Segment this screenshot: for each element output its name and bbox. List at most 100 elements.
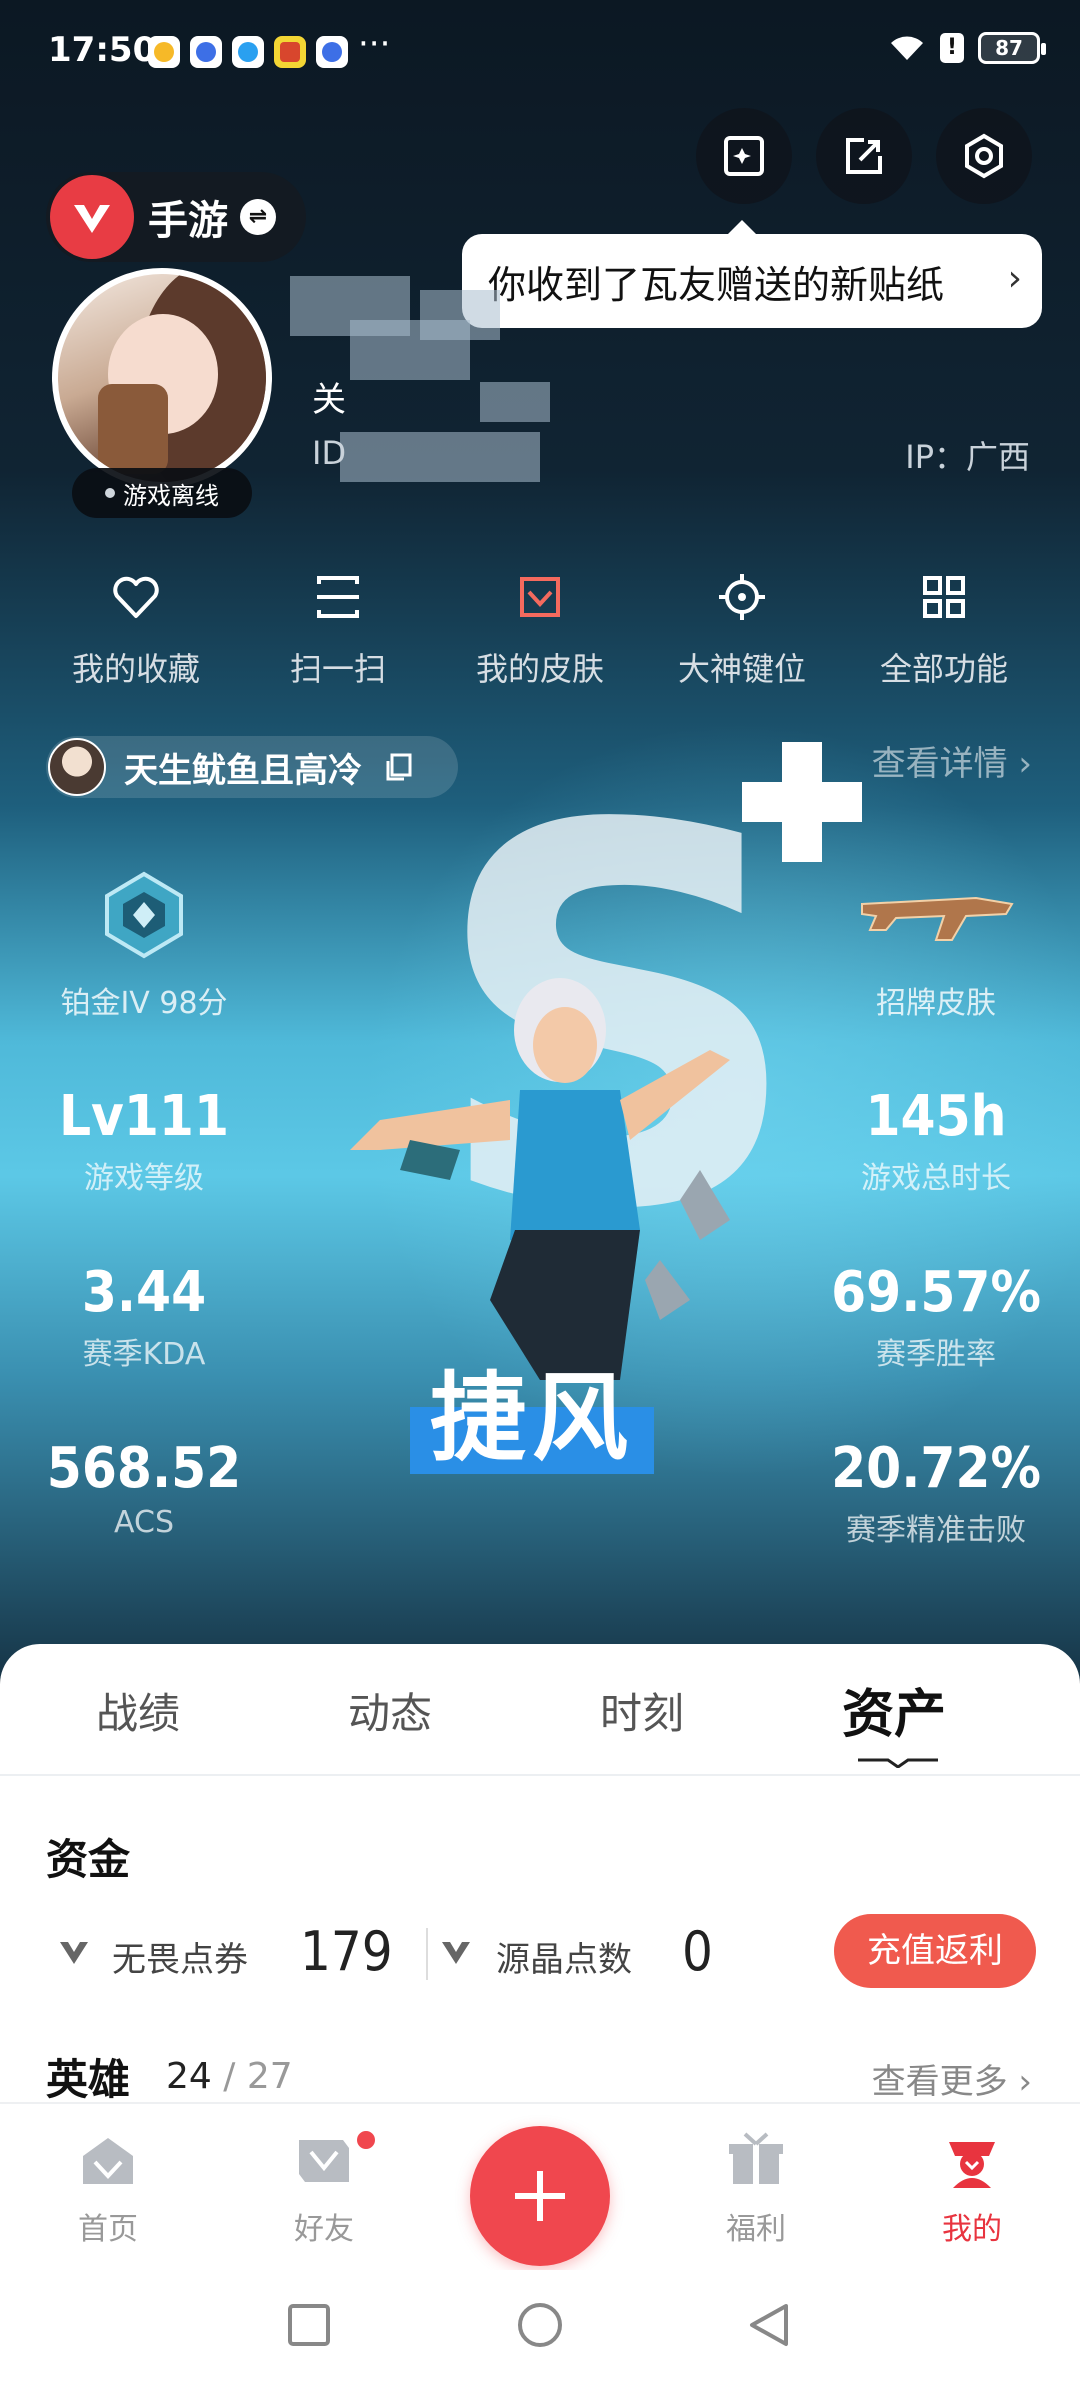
sticker-button[interactable] [696, 108, 792, 204]
tab-moments[interactable]: 时刻 [600, 1680, 684, 1741]
stat-value: 568.52 [46, 1436, 242, 1501]
system-nav-bar [0, 2270, 1080, 2400]
player-id: ID [312, 434, 347, 472]
nav-label: 福利 [726, 2212, 786, 2247]
valorant-logo-icon [50, 175, 134, 259]
back-button[interactable] [744, 2300, 794, 2350]
quick-action-pro-keys[interactable]: 大神键位 [652, 570, 832, 690]
blurred-region [480, 382, 550, 422]
agent-jett-illustration [350, 978, 730, 1380]
sticker-tooltip[interactable]: 你收到了瓦友赠送的新贴纸 › [462, 220, 1042, 328]
stat-value: 3.44 [81, 1260, 207, 1325]
recents-button[interactable] [284, 2300, 334, 2350]
rank-label: 铂金IV 98分 [60, 986, 228, 1021]
stat-kda: 3.44 赛季KDA [14, 1260, 274, 1373]
nav-home[interactable]: 首页 [28, 2128, 188, 2248]
switch-icon: ⇌ [240, 199, 276, 235]
nav-friends[interactable]: 好友 [244, 2128, 404, 2248]
stat-label: 游戏总时长 [861, 1161, 1011, 1196]
status-more-icon: ··· [358, 24, 391, 64]
nav-welfare[interactable]: 福利 [676, 2128, 836, 2248]
agent-name-label: 捷风 [410, 1362, 654, 1474]
heroes-count: 24 / 27 [166, 2056, 293, 2097]
gear-icon [965, 133, 1003, 179]
quick-action-label: 大神键位 [677, 650, 806, 688]
online-status-text: 游戏离线 [123, 481, 219, 510]
stat-value: 20.72% [831, 1436, 1041, 1501]
copy-icon[interactable] [382, 751, 414, 783]
game-name: 手游 [148, 198, 228, 244]
quick-action-all-features[interactable]: 全部功能 [854, 570, 1034, 690]
stat-level: Lv111 游戏等级 [14, 1084, 274, 1197]
sticker-icon [724, 136, 764, 176]
platinum-rank-icon [105, 871, 183, 959]
heroes-total: 27 [246, 2056, 293, 2097]
nav-label: 首页 [78, 2212, 138, 2247]
heroes-separator: / [223, 2056, 236, 2097]
tooltip-text: 你收到了瓦友赠送的新贴纸 [488, 262, 945, 307]
stat-label: 游戏等级 [84, 1161, 204, 1196]
quick-action-skins[interactable]: 我的皮肤 [450, 570, 630, 690]
stat-winrate: 69.57% 赛季胜率 [806, 1260, 1066, 1373]
status-right: ! 87 [888, 32, 1046, 64]
rank-stat[interactable]: 铂金IV 98分 [14, 870, 274, 1022]
settings-button[interactable] [936, 108, 1032, 204]
rating-plus-icon [742, 742, 862, 862]
share-icon [846, 138, 882, 174]
quick-action-label: 我的收藏 [71, 650, 200, 688]
create-post-button[interactable] [470, 2126, 610, 2266]
stat-label: 赛季精准击败 [846, 1513, 1026, 1548]
stat-value: Lv111 [58, 1084, 230, 1149]
wifi-icon [891, 36, 923, 60]
ip-location: IP：广西 [905, 438, 1030, 476]
blurred-region [420, 290, 500, 340]
plus-icon [515, 2171, 565, 2221]
friends-icon [299, 2140, 349, 2182]
profile-tabs: 战绩 动态 时刻 资产 [0, 1644, 1080, 1776]
tab-record[interactable]: 战绩 [96, 1680, 180, 1741]
scan-icon [317, 576, 359, 618]
browser-app-icon-2 [316, 36, 348, 68]
currency1-label: 无畏点券 [112, 1940, 248, 1980]
alert-icon: ! [940, 33, 964, 63]
home-button[interactable] [515, 2300, 565, 2350]
blurred-region [340, 432, 540, 482]
funds-row: 无畏点券 179 源晶点数 0 充值返利 [46, 1914, 1036, 1994]
skin-icon [520, 577, 560, 617]
stat-label: ACS [114, 1505, 174, 1540]
signature-skin-stat[interactable]: 招牌皮肤 [806, 870, 1066, 1022]
share-button[interactable] [816, 108, 912, 204]
quick-action-favorites[interactable]: 我的收藏 [46, 570, 226, 690]
player-mini-avatar [48, 738, 106, 796]
currency2-value: 0 [682, 1920, 713, 1983]
rifle-skin-icon [861, 896, 1014, 941]
quick-action-label: 我的皮肤 [475, 650, 604, 688]
avatar[interactable] [52, 268, 272, 488]
weather-app-icon [148, 36, 180, 68]
home-icon [83, 2138, 133, 2184]
heroes-owned: 24 [166, 2056, 212, 2097]
status-time: 17:50 [48, 30, 157, 70]
game-switcher[interactable]: 手游 ⇌ [46, 172, 306, 262]
heroes-section-title: 英雄 [46, 2055, 131, 2104]
status-bar: 17:50 ··· ! 87 [0, 0, 1080, 100]
currency2-label: 源晶点数 [496, 1940, 632, 1980]
recharge-button[interactable]: 充值返利 [834, 1914, 1036, 1988]
view-details-link[interactable]: 查看详情 › [872, 736, 1032, 785]
nav-label: 好友 [294, 2212, 354, 2247]
player-nickname-chip[interactable]: 天生鱿鱼且高冷 [46, 736, 458, 798]
tab-assets[interactable]: 资产 [842, 1672, 946, 1747]
tab-active-indicator [858, 1758, 938, 1768]
stat-headshot: 20.72% 赛季精准击败 [806, 1436, 1066, 1549]
status-dot-icon [105, 488, 115, 498]
stat-label: 赛季KDA [82, 1337, 206, 1372]
heart-icon [113, 576, 159, 618]
tab-feed[interactable]: 动态 [348, 1680, 432, 1741]
online-status-badge: 游戏离线 [72, 468, 252, 518]
nav-profile[interactable]: 我的 [892, 2128, 1052, 2248]
stat-acs: 568.52 ACS [14, 1436, 274, 1540]
heroes-see-more-link[interactable]: 查看更多 › [872, 2054, 1032, 2103]
signature-skin-label: 招牌皮肤 [876, 986, 996, 1021]
currency1-value: 179 [300, 1920, 393, 1983]
quick-action-scan[interactable]: 扫一扫 [248, 570, 428, 690]
